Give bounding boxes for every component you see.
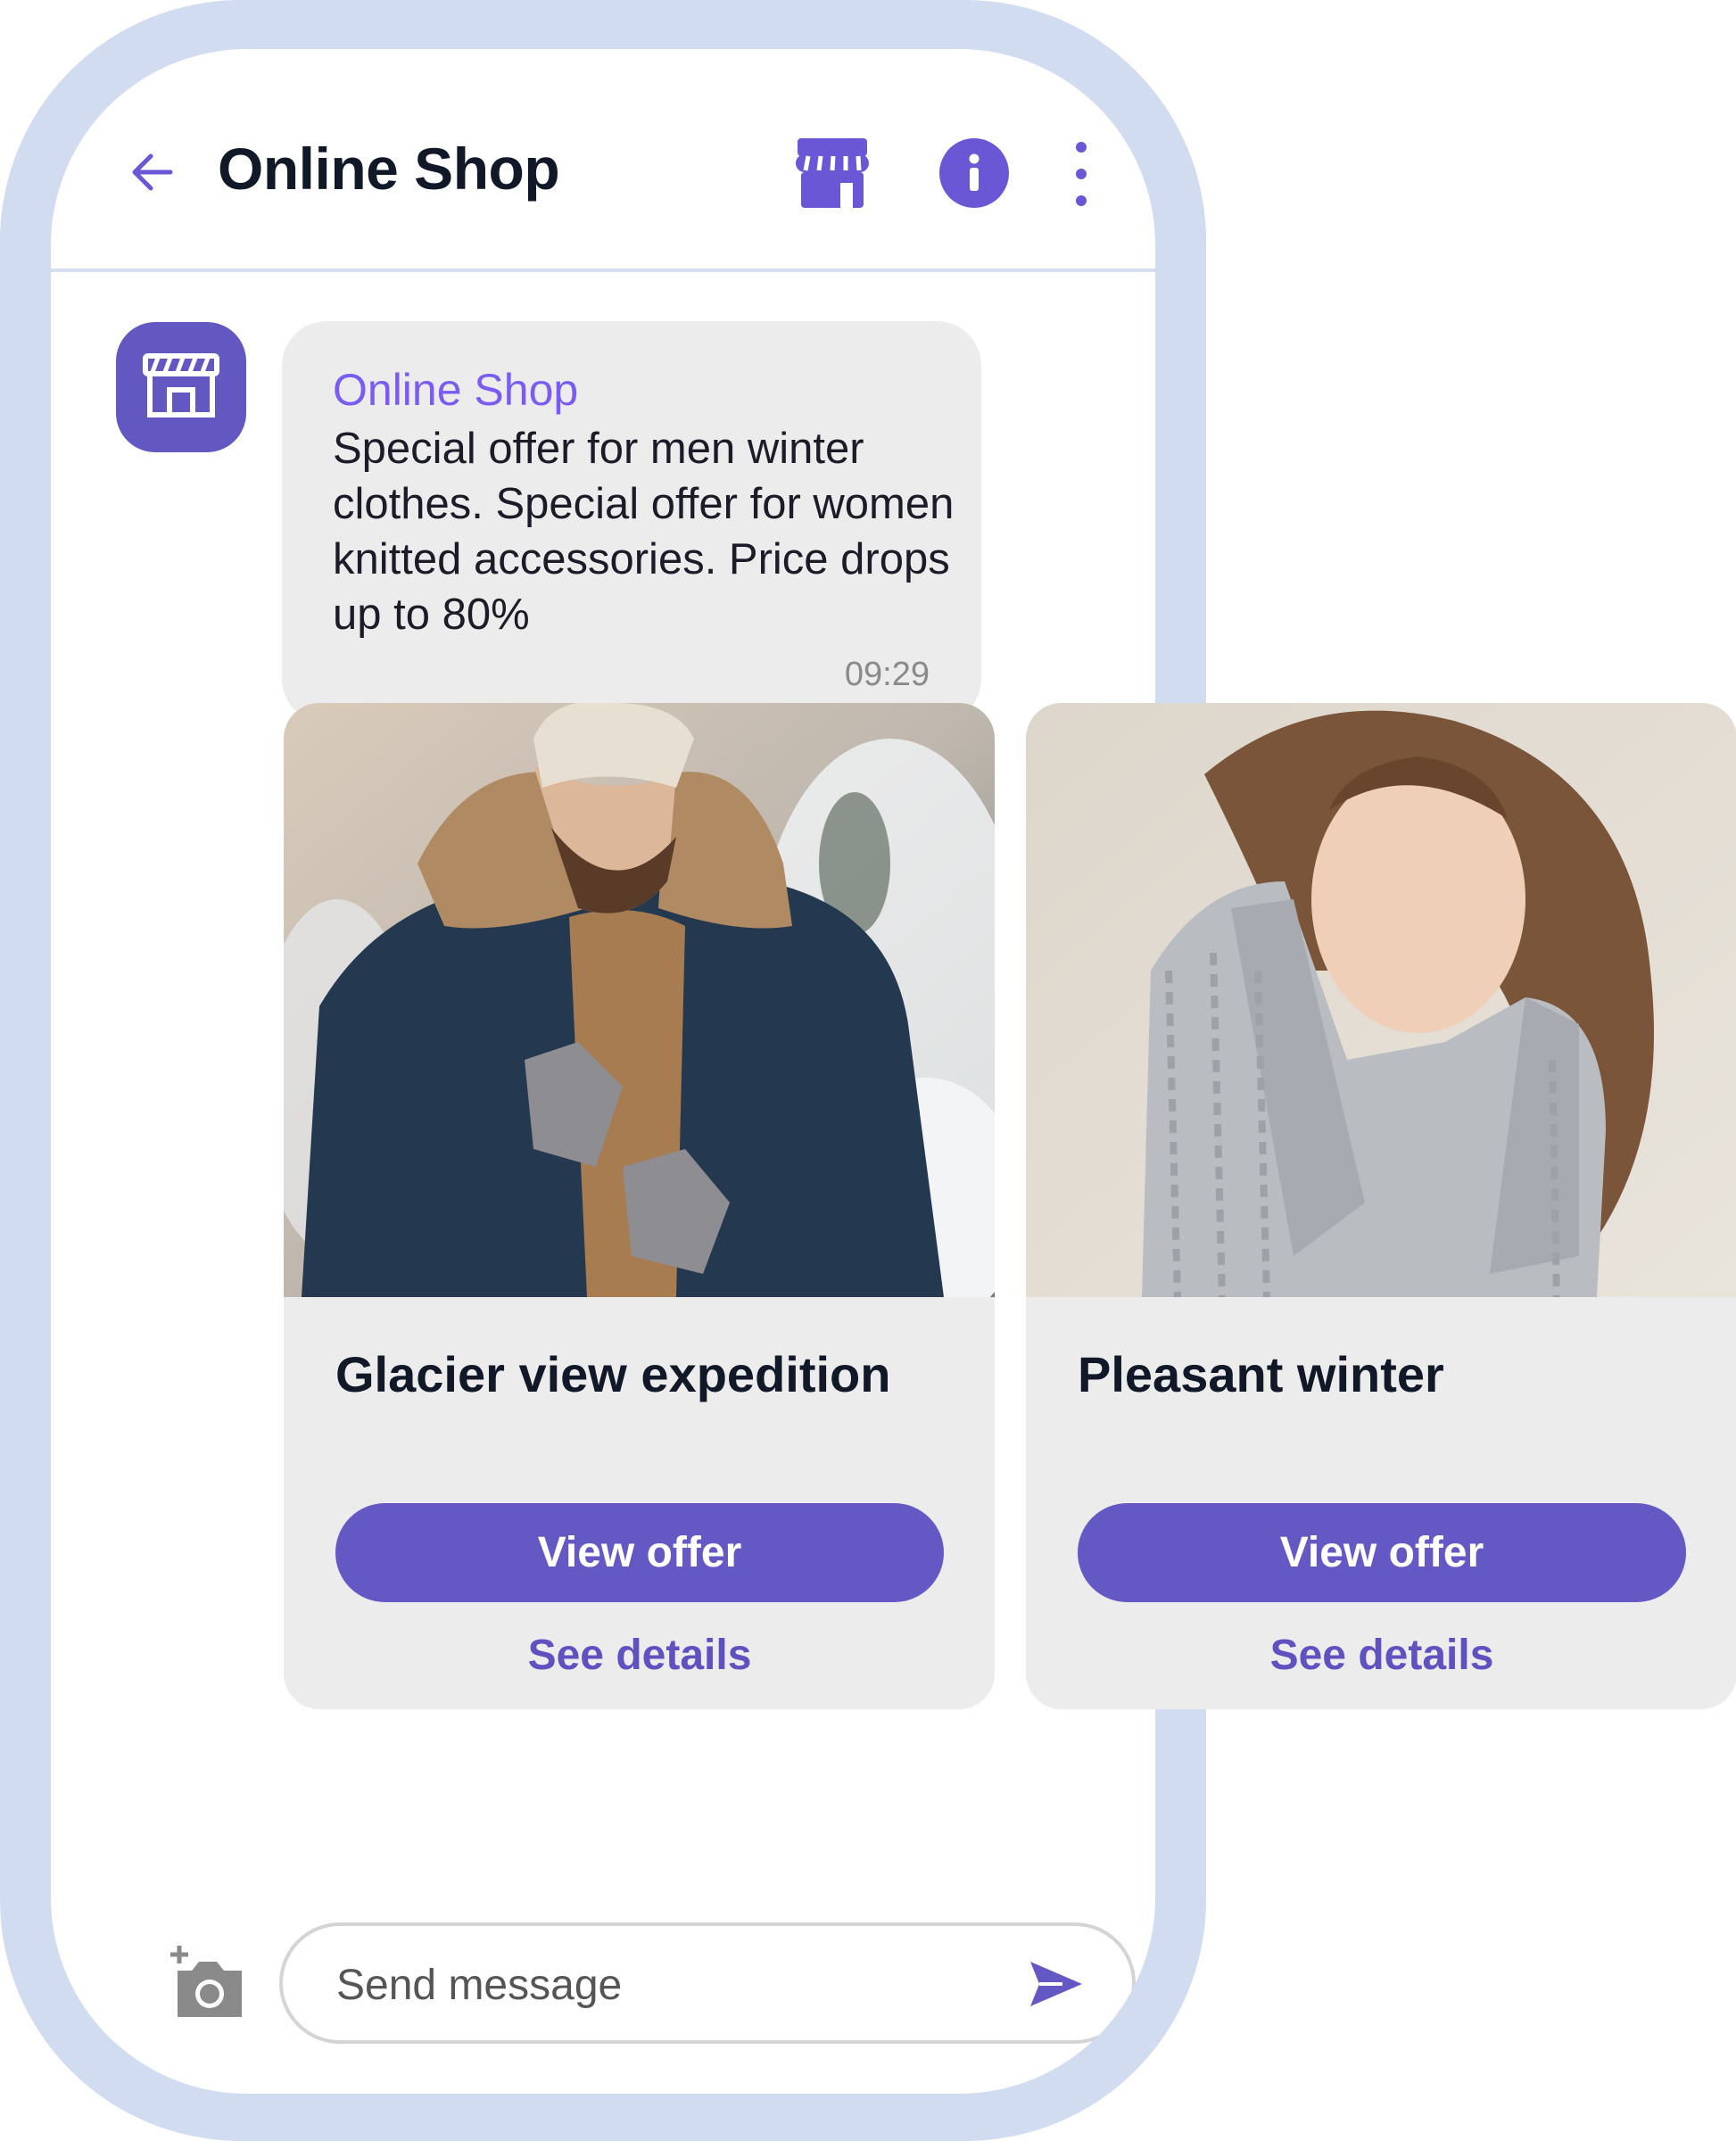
storefront-icon <box>796 138 869 208</box>
add-photo-camera-icon <box>170 1946 242 2017</box>
more-vertical-icon <box>1076 142 1087 206</box>
view-offer-button[interactable]: View offer <box>1078 1503 1686 1602</box>
message-sender: Online Shop <box>333 365 579 415</box>
more-options-button[interactable] <box>1068 140 1095 208</box>
offer-card: Glacier view expedition View offer See d… <box>284 703 995 1709</box>
send-icon <box>1030 1962 1082 2006</box>
product-photo-man-winter-jacket <box>284 703 995 1297</box>
sender-avatar <box>116 322 246 452</box>
storefront-icon <box>143 353 219 417</box>
view-offer-button[interactable]: View offer <box>335 1503 944 1602</box>
see-details-link[interactable]: See details <box>335 1631 944 1693</box>
info-button[interactable] <box>939 138 1009 208</box>
info-icon <box>969 153 980 191</box>
message-input[interactable] <box>335 1953 980 2017</box>
send-button[interactable] <box>1027 1958 1086 2010</box>
card-title: Glacier view expedition <box>335 1346 891 1402</box>
offer-card: Pleasant winter View offer See details <box>1026 703 1736 1709</box>
message-composer <box>279 1922 1136 2044</box>
store-button[interactable] <box>792 135 872 211</box>
chat-header: Online Shop <box>51 49 1155 272</box>
chat-title: Online Shop <box>218 136 560 202</box>
product-photo-woman-knitted-sweater <box>1026 703 1736 1297</box>
message-timestamp: 09:29 <box>844 656 930 693</box>
message-bubble: Online Shop Special offer for men winter… <box>282 321 981 723</box>
attach-photo-button[interactable] <box>167 1944 247 2021</box>
card-title: Pleasant winter <box>1078 1346 1444 1402</box>
see-details-link[interactable]: See details <box>1078 1631 1686 1693</box>
back-button[interactable] <box>126 145 179 199</box>
arrow-left-icon <box>132 153 173 191</box>
message-text: Special offer for men winter clothes. Sp… <box>333 425 955 639</box>
